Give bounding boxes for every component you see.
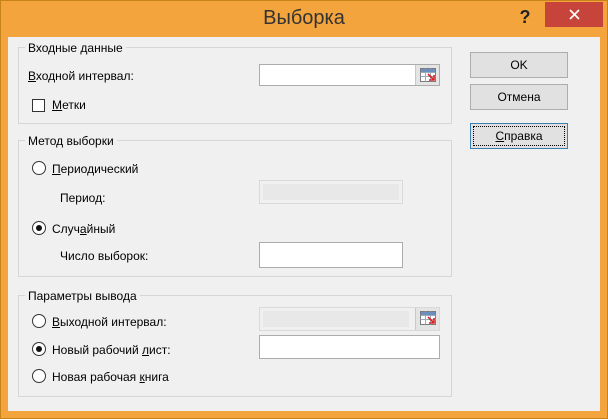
dialog-body: Входные данные Входной интервал: Метки М… (8, 37, 600, 411)
help-icon[interactable]: ? (513, 6, 537, 28)
title-bar[interactable]: Выборка ? (1, 1, 607, 37)
sample-count-label: Число выборок: (60, 249, 149, 263)
range-select-icon (420, 68, 436, 82)
close-button[interactable] (545, 2, 603, 27)
input-group-legend: Входные данные (25, 41, 126, 55)
random-radio[interactable] (32, 221, 46, 235)
labels-checkbox[interactable] (32, 99, 45, 112)
input-group: Входные данные Входной интервал: Метки (18, 41, 452, 124)
random-radio-label: Случайный (52, 222, 116, 236)
periodic-radio[interactable] (32, 161, 46, 175)
output-range-radio[interactable] (32, 314, 46, 328)
close-icon (568, 9, 580, 20)
output-range-label: Выходной интервал: (52, 315, 167, 329)
ok-button[interactable]: OK (470, 52, 568, 78)
input-range-select-button[interactable] (415, 65, 439, 85)
new-sheet-radio[interactable] (32, 342, 46, 356)
new-sheet-label: Новый рабочий лист: (52, 343, 171, 357)
new-book-label: Новая рабочая книга (52, 370, 169, 384)
output-group: Параметры вывода Выходной интервал: Новы… (18, 289, 452, 397)
period-field[interactable] (259, 180, 403, 204)
sample-count-field[interactable] (259, 242, 403, 268)
input-range-label: Входной интервал: (28, 69, 134, 83)
cancel-button[interactable]: Отмена (470, 84, 568, 110)
period-label: Период: (60, 191, 106, 205)
periodic-radio-label: Периодический (52, 162, 139, 176)
new-sheet-field[interactable] (259, 335, 440, 359)
method-group-legend: Метод выборки (25, 134, 117, 148)
output-range-field[interactable] (259, 307, 440, 331)
method-group: Метод выборки Периодический Период: Случ… (18, 134, 452, 277)
output-range-select-button[interactable] (415, 308, 439, 330)
range-select-icon (420, 311, 436, 325)
help-button[interactable]: Справка (470, 123, 568, 149)
new-book-radio[interactable] (32, 369, 46, 383)
labels-checkbox-label: Метки (52, 98, 86, 112)
output-group-legend: Параметры вывода (25, 289, 140, 303)
dialog-window: Выборка ? Входные данные Входной интерва… (0, 0, 608, 419)
input-range-field[interactable] (259, 64, 440, 86)
